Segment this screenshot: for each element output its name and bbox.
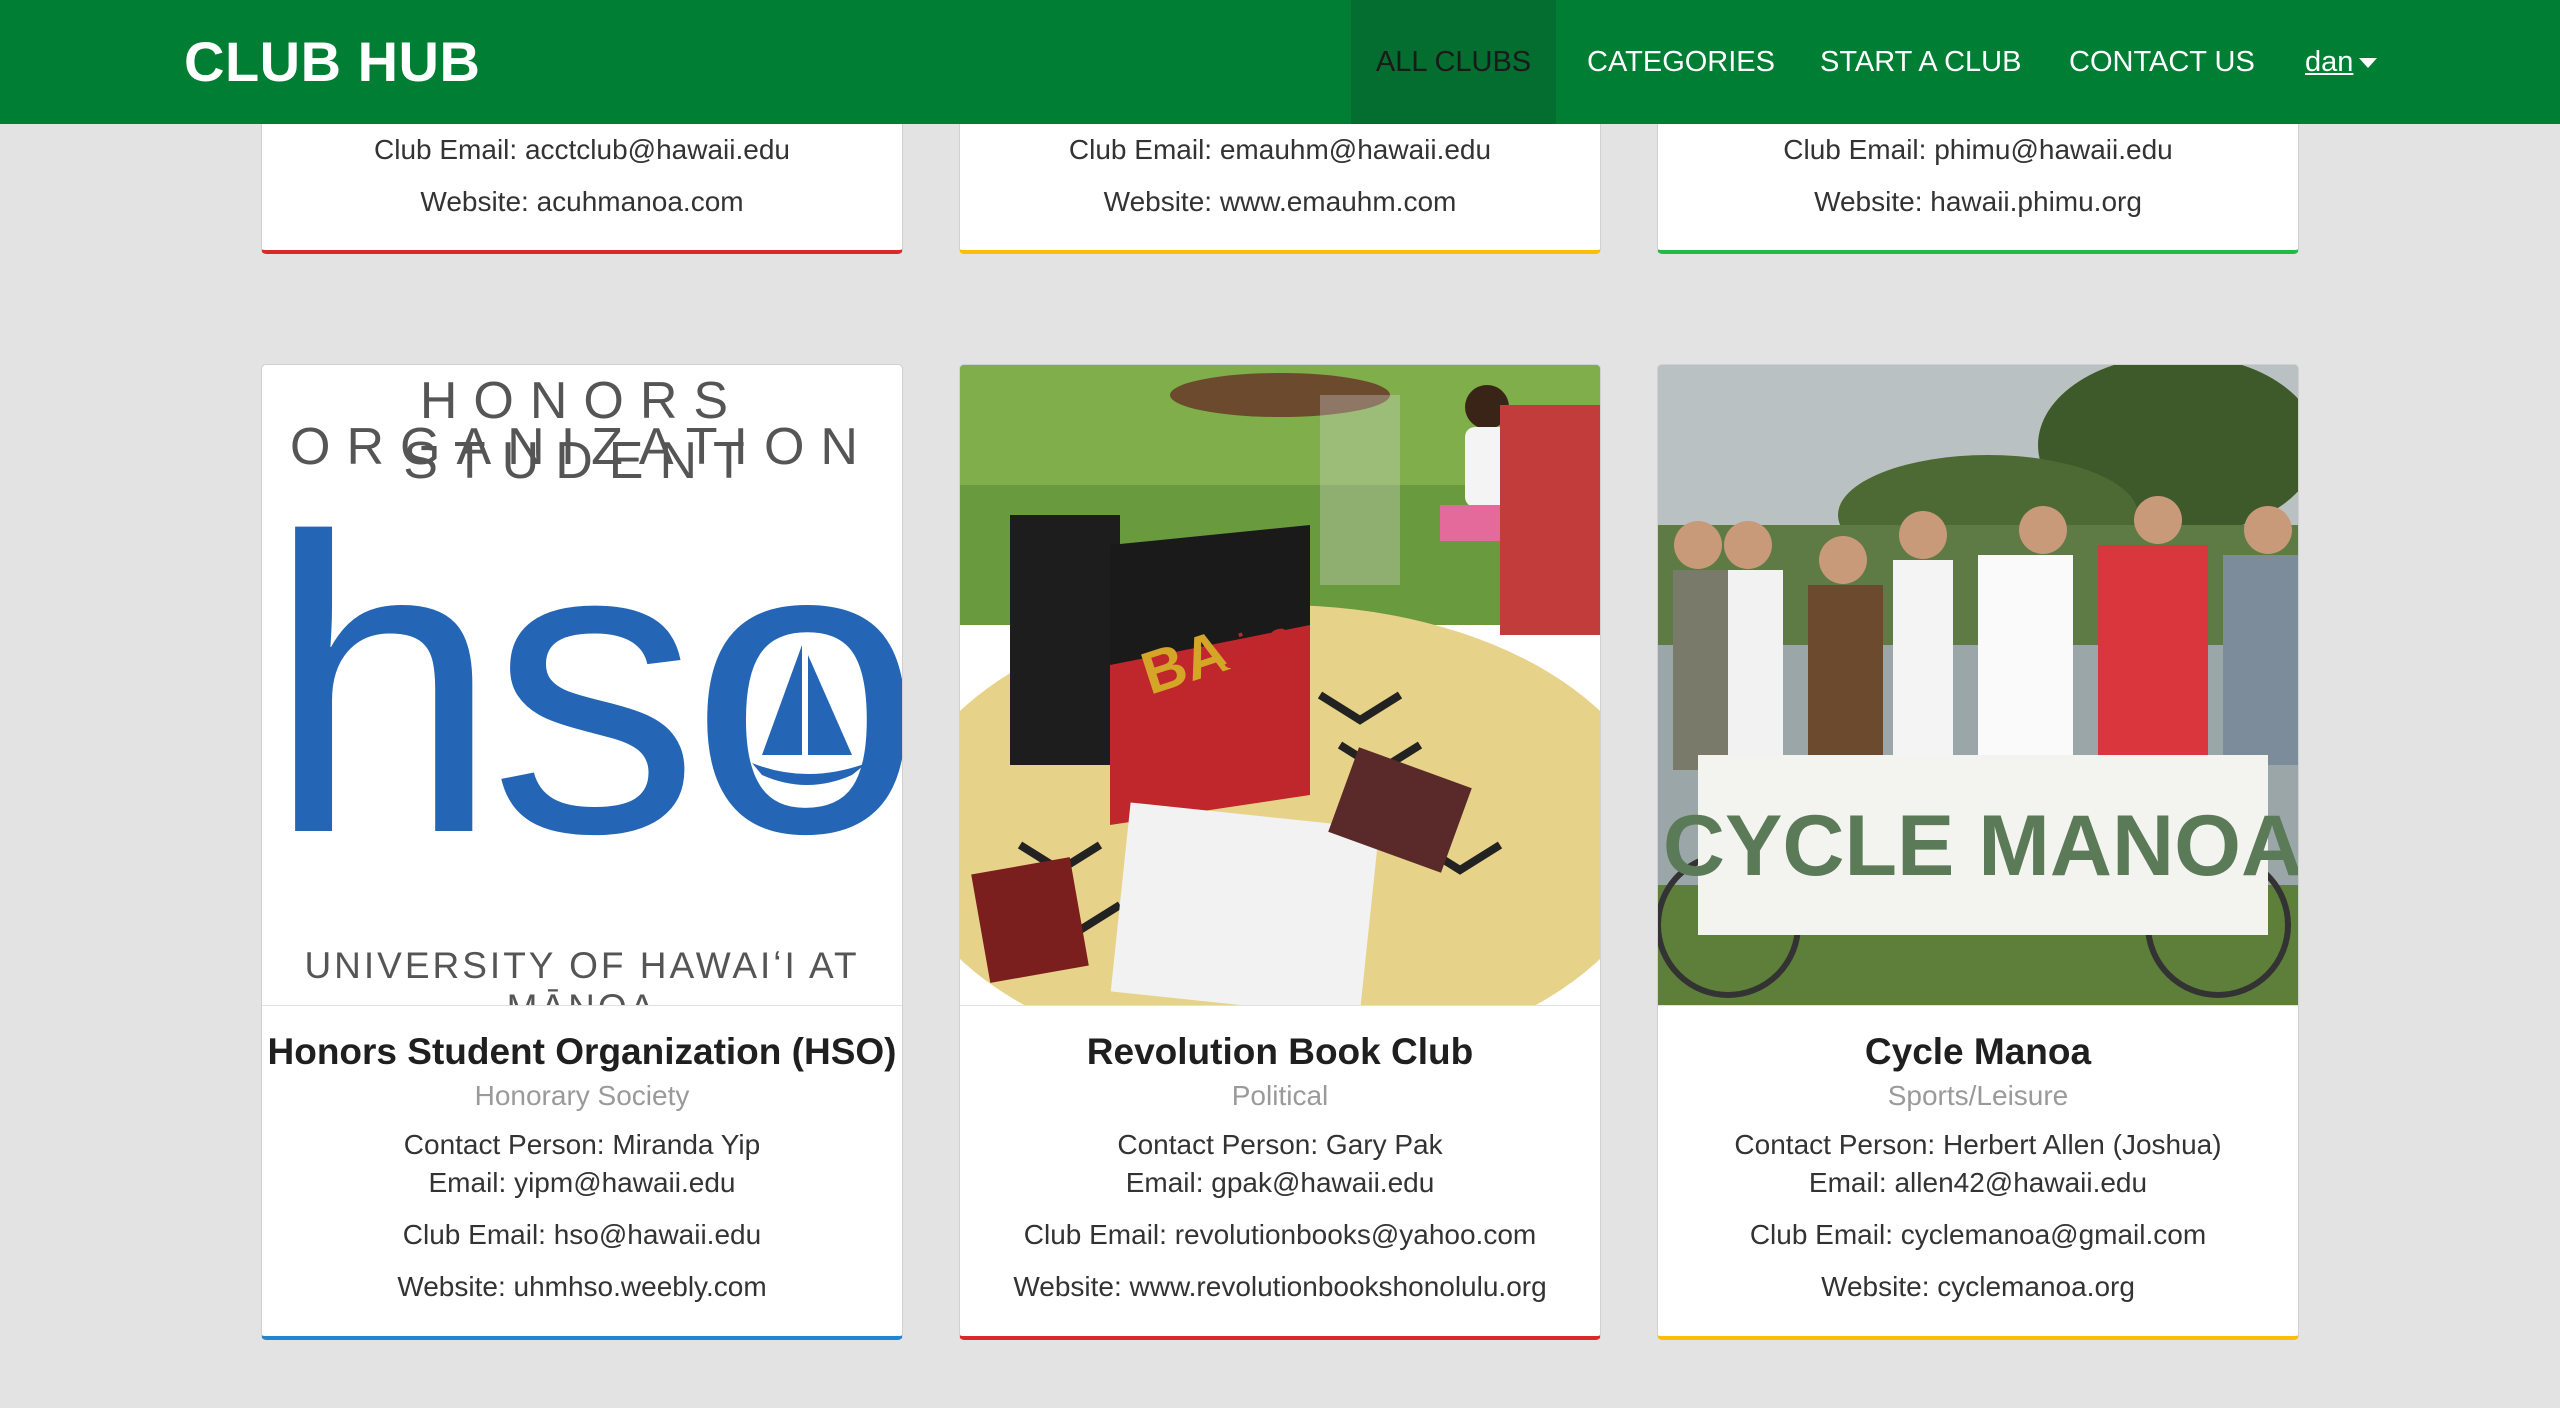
club-email: Club Email: cyclemanoa@gmail.com	[1749, 1219, 2207, 1250]
contact-email: Email: gpak@hawaii.edu	[1125, 1167, 1435, 1198]
club-email: Club Email: phimu@hawaii.edu	[1783, 134, 2173, 165]
contact-person: Contact Person: Gary Pak	[1117, 1129, 1443, 1160]
club-email: Club Email: acctclub@hawaii.edu	[374, 134, 790, 165]
club-website[interactable]: Website: cyclemanoa.org	[1658, 1268, 2298, 1306]
user-name: dan	[2305, 46, 2354, 78]
club-category: Political	[1231, 1080, 1329, 1111]
club-name[interactable]: Honors Student Organization (HSO)	[262, 1030, 902, 1074]
group-photo: CYCLE MANOA	[1658, 365, 2298, 1005]
club-name[interactable]: Revolution Book Club	[960, 1030, 1600, 1074]
contact-person: Contact Person: Herbert Allen (Joshua)	[1734, 1129, 2222, 1160]
club-category: Honorary Society	[474, 1080, 690, 1111]
club-photo: CYCLE MANOA	[1658, 365, 2298, 1006]
top-navbar: CLUB HUB ALL CLUBS CATEGORIES START A CL…	[0, 0, 2560, 124]
banner-text: CYCLE MANOA	[1663, 798, 2298, 894]
brand-logo[interactable]: CLUB HUB	[184, 0, 480, 124]
caret-down-icon	[2359, 58, 2378, 69]
club-photo: BA sics	[960, 365, 1600, 1006]
user-dropdown[interactable]: dan	[2305, 0, 2378, 124]
nav-contact-us[interactable]: CONTACT US	[2069, 0, 2255, 124]
club-website[interactable]: Website: acuhmanoa.com	[262, 183, 902, 221]
canoe-icon	[752, 645, 867, 785]
contact-email: Email: yipm@hawaii.edu	[428, 1167, 736, 1198]
club-logo-image: HONORS STUDENT ORGANIZATION hso UNIVERSI…	[262, 365, 902, 1006]
nav-all-clubs[interactable]: ALL CLUBS	[1351, 0, 1556, 124]
contact-person: Contact Person: Miranda Yip	[403, 1129, 761, 1160]
club-card-cycle-manoa[interactable]: CYCLE MANOA Cycle Manoa Sports/Leisure C…	[1657, 364, 2299, 1340]
club-website[interactable]: Website: uhmhso.weebly.com	[262, 1268, 902, 1306]
contact-email: Email: allen42@hawaii.edu	[1808, 1167, 2148, 1198]
nav-categories[interactable]: CATEGORIES	[1587, 0, 1775, 124]
club-website[interactable]: Website: www.emauhm.com	[960, 183, 1600, 221]
club-card-revolution-book-club[interactable]: BA sics Revolution Book Club Political C…	[959, 364, 1601, 1340]
club-email: Club Email: revolutionbooks@yahoo.com	[1023, 1219, 1537, 1250]
club-email: Club Email: emauhm@hawaii.edu	[1068, 134, 1492, 165]
club-website[interactable]: Website: www.revolutionbookshonolulu.org	[960, 1268, 1600, 1306]
club-category: Sports/Leisure	[1887, 1080, 2069, 1111]
club-email: Club Email: hso@hawaii.edu	[402, 1219, 762, 1250]
book-table-photo: BA sics	[960, 365, 1600, 1005]
club-website[interactable]: Website: hawaii.phimu.org	[1658, 183, 2298, 221]
club-name[interactable]: Cycle Manoa	[1658, 1030, 2298, 1074]
club-card-hso[interactable]: HONORS STUDENT ORGANIZATION hso UNIVERSI…	[261, 364, 903, 1340]
nav-start-a-club[interactable]: START A CLUB	[1820, 0, 2021, 124]
logo-university-text: UNIVERSITY OF HAWAIʻI AT MĀNOA	[304, 945, 860, 1005]
